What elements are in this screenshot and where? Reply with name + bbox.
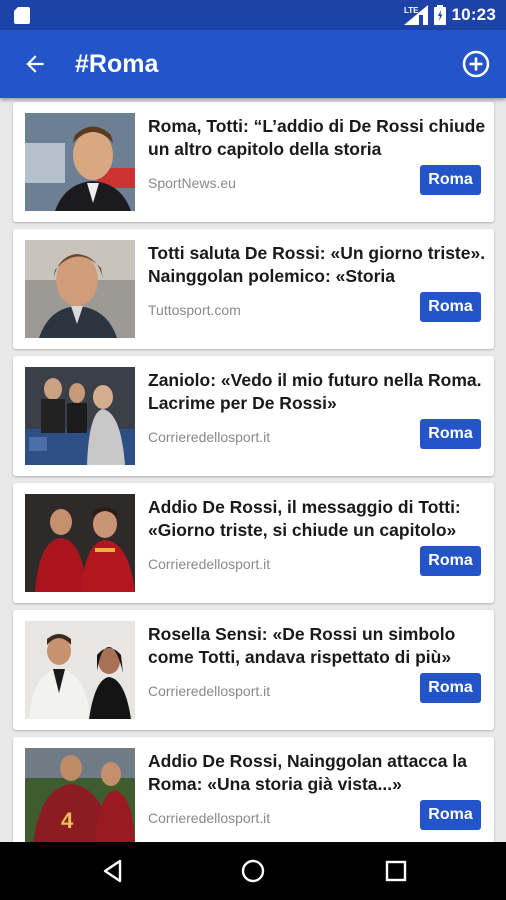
article-thumbnail[interactable]: [25, 240, 135, 338]
article-headline[interactable]: Rosella Sensi: «De Rossi un simbolo come…: [148, 623, 486, 669]
article-headline[interactable]: Zaniolo: «Vedo il mio futuro nella Roma.…: [148, 369, 486, 415]
article-thumbnail[interactable]: [25, 367, 135, 465]
article-card[interactable]: Roma, Totti: “L’addio di De Rossi chiude…: [13, 102, 494, 222]
article-thumbnail[interactable]: 4: [25, 748, 135, 842]
battery-icon: [433, 5, 446, 25]
article-headline[interactable]: Addio De Rossi, il messaggio di Totti: «…: [148, 496, 486, 542]
navigation-bar: [0, 842, 506, 900]
article-card[interactable]: Totti saluta De Rossi: «Un giorno triste…: [13, 229, 494, 349]
triangle-back-icon[interactable]: [101, 859, 125, 883]
article-source: Corrieredellosport.it: [148, 429, 271, 445]
svg-text:4: 4: [61, 808, 74, 833]
tag-button[interactable]: Roma: [420, 292, 481, 322]
tag-button[interactable]: Roma: [420, 419, 481, 449]
article-card[interactable]: Rosella Sensi: «De Rossi un simbolo come…: [13, 610, 494, 730]
article-headline[interactable]: Addio De Rossi, Nainggolan attacca la Ro…: [148, 750, 486, 796]
article-source: SportNews.eu: [148, 175, 236, 191]
article-source: Corrieredellosport.it: [148, 683, 271, 699]
tag-button[interactable]: Roma: [420, 165, 481, 195]
cellular-signal-icon: LTE: [403, 5, 428, 25]
article-card[interactable]: Addio De Rossi, il messaggio di Totti: «…: [13, 483, 494, 603]
page-title: #Roma: [75, 50, 159, 78]
circle-home-icon[interactable]: [241, 859, 265, 883]
status-bar: LTE 10:23: [0, 0, 506, 30]
article-thumbnail[interactable]: [25, 621, 135, 719]
article-headline[interactable]: Roma, Totti: “L’addio di De Rossi chiude…: [148, 115, 486, 161]
arrow-left-icon[interactable]: [22, 51, 48, 77]
article-thumbnail[interactable]: [25, 113, 135, 211]
sim-card-icon: [14, 7, 30, 24]
article-thumbnail[interactable]: [25, 494, 135, 592]
article-headline[interactable]: Totti saluta De Rossi: «Un giorno triste…: [148, 242, 486, 288]
article-card[interactable]: 4 Addio De Rossi, Nainggolan attacca la …: [13, 737, 494, 842]
article-source: Corrieredellosport.it: [148, 556, 271, 572]
tag-button[interactable]: Roma: [420, 673, 481, 703]
app-bar: #Roma: [0, 30, 506, 98]
article-card[interactable]: Zaniolo: «Vedo il mio futuro nella Roma.…: [13, 356, 494, 476]
network-label: LTE: [404, 6, 419, 15]
status-time: 10:23: [451, 5, 496, 24]
article-source: Tuttosport.com: [148, 302, 241, 318]
tag-button[interactable]: Roma: [420, 800, 481, 830]
square-recents-icon[interactable]: [384, 859, 408, 883]
add-circle-icon[interactable]: [462, 50, 490, 78]
tag-button[interactable]: Roma: [420, 546, 481, 576]
article-feed[interactable]: Roma, Totti: “L’addio di De Rossi chiude…: [0, 98, 506, 842]
article-source: Corrieredellosport.it: [148, 810, 271, 826]
